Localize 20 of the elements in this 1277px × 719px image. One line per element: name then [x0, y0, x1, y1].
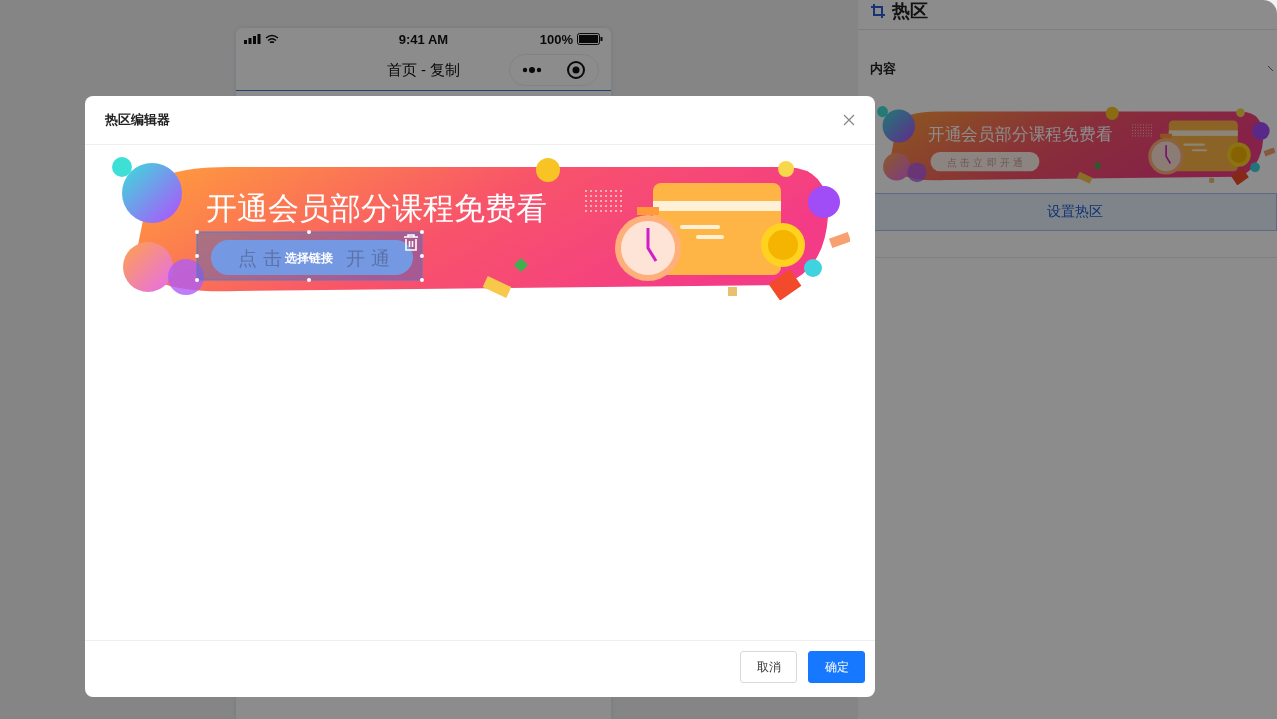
trash-icon[interactable] — [403, 234, 419, 251]
battery-icon — [577, 33, 603, 45]
cancel-button[interactable]: 取消 — [740, 651, 797, 683]
target-icon[interactable] — [566, 60, 586, 80]
close-icon[interactable] — [843, 114, 855, 126]
status-time: 9:41 AM — [397, 31, 450, 47]
set-hotspot-button[interactable]: 设置热区 — [873, 193, 1277, 231]
panel-title: 热区 — [892, 0, 928, 23]
confirm-button[interactable]: 确定 — [808, 651, 865, 683]
dialog-title: 热区编辑器 — [105, 111, 170, 129]
wifi-icon — [265, 33, 279, 45]
section-label: 内容 — [870, 60, 896, 78]
battery-percent: 100% — [539, 31, 573, 47]
content-section-header[interactable]: 内容 — [858, 45, 1277, 93]
page-title: 首页 - 复制 — [386, 60, 461, 80]
more-icon[interactable] — [522, 67, 542, 73]
crop-icon — [870, 2, 886, 19]
banner-title: 开通会员部分课程免费看 — [927, 124, 1113, 145]
signal-icon — [244, 34, 261, 44]
banner-title: 开通会员部分课程免费看 — [206, 190, 547, 226]
